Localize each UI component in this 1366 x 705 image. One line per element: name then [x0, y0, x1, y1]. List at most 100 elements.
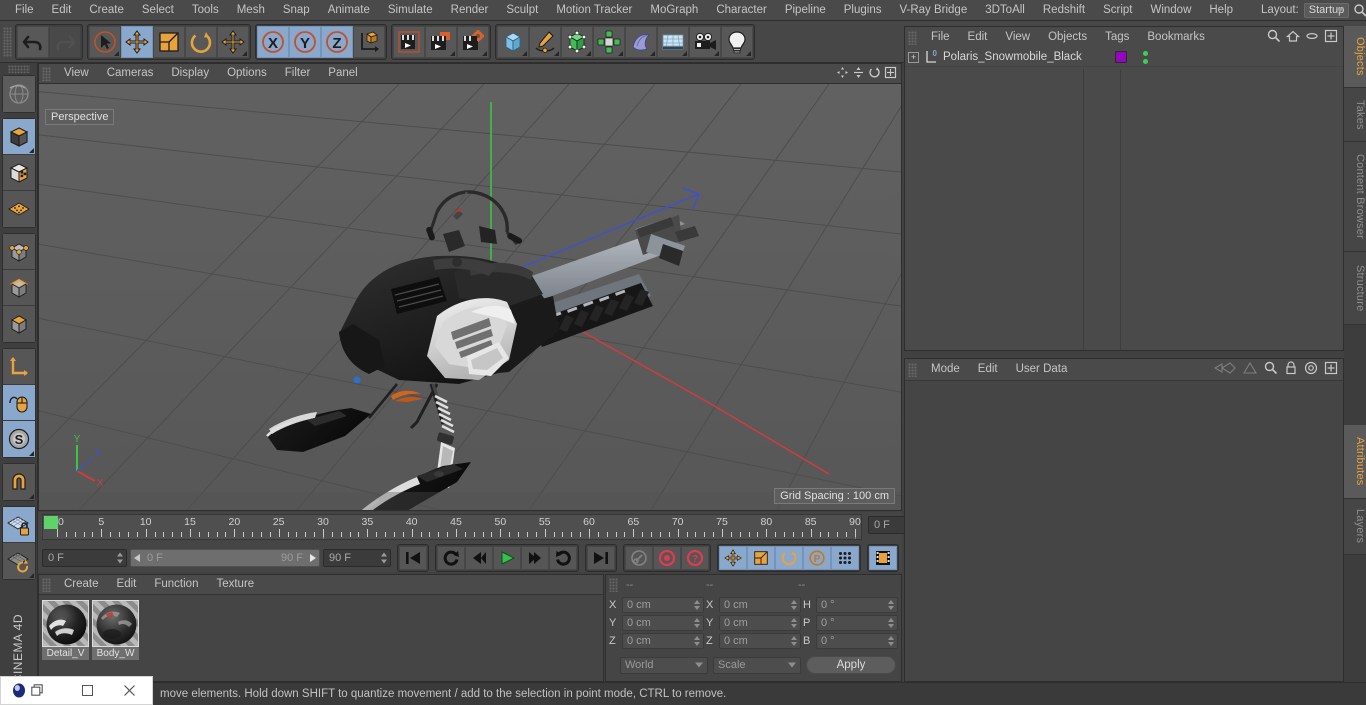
menu-tools[interactable]: Tools	[183, 0, 228, 20]
viewport-solo-button[interactable]	[2, 385, 35, 421]
object-material-tag-wrap[interactable]	[1107, 51, 1135, 63]
material-thumbnail[interactable]	[92, 600, 139, 647]
world-object-coordinate-toggle[interactable]	[353, 25, 385, 58]
minimize-icon[interactable]	[1305, 29, 1319, 46]
editor-visibility-dot[interactable]	[1143, 50, 1148, 56]
edges-mode-button[interactable]	[2, 270, 35, 306]
pan-view-icon[interactable]	[836, 66, 849, 82]
am-menu-mode[interactable]: Mode	[922, 360, 969, 379]
menu-pipeline[interactable]: Pipeline	[776, 0, 835, 20]
preview-range-slider[interactable]: 0 F 90 F	[130, 549, 320, 567]
history-back-icon[interactable]	[1213, 361, 1236, 378]
menu-window[interactable]: Window	[1141, 0, 1200, 20]
tab-objects[interactable]: Objects	[1344, 26, 1366, 88]
restore-window-button[interactable]	[26, 677, 48, 704]
om-menu-tags[interactable]: Tags	[1096, 28, 1138, 47]
material-tag-swatch[interactable]	[1115, 51, 1127, 63]
workplane-rotate-button[interactable]	[2, 543, 35, 579]
menu-simulate[interactable]: Simulate	[379, 0, 442, 20]
history-forward-icon[interactable]	[1242, 361, 1258, 378]
menu-create[interactable]: Create	[80, 0, 133, 20]
menu-3dtoall[interactable]: 3DToAll	[976, 0, 1034, 20]
mat-menu-create[interactable]: Create	[55, 575, 108, 594]
vp-menu-display[interactable]: Display	[162, 64, 218, 83]
range-start-field[interactable]: 0 F	[42, 549, 127, 567]
render-settings-button[interactable]	[457, 25, 489, 58]
live-selection-tool[interactable]	[89, 25, 121, 58]
go-to-start-button[interactable]	[399, 546, 427, 570]
om-menu-file[interactable]: File	[922, 28, 959, 47]
enable-axis-button[interactable]	[2, 349, 35, 385]
material-item[interactable]: Detail_V	[42, 600, 89, 660]
spinner-icon[interactable]	[790, 636, 797, 646]
play-loop-button[interactable]	[549, 546, 577, 570]
size-y-field[interactable]: 0 cm	[719, 615, 801, 631]
range-end-field[interactable]: 90 F	[323, 549, 391, 567]
maximize-viewport-icon[interactable]	[884, 66, 897, 82]
spinner-icon[interactable]	[887, 618, 894, 628]
current-frame-marker[interactable]	[44, 516, 58, 529]
tab-takes[interactable]: Takes	[1344, 88, 1366, 142]
play-button[interactable]	[493, 546, 521, 570]
coordinates-grip-handle[interactable]	[609, 578, 618, 592]
menu-help[interactable]: Help	[1200, 0, 1242, 20]
keyframe-mode-button[interactable]	[869, 546, 897, 570]
toolbar-grip-handle[interactable]	[3, 26, 12, 57]
rotation-b-field[interactable]: 0 °	[816, 633, 898, 649]
om-menu-objects[interactable]: Objects	[1039, 28, 1096, 47]
layout-dropdown[interactable]: Startup	[1303, 2, 1350, 18]
am-menu-edit[interactable]: Edit	[969, 360, 1007, 379]
object-manager-tree[interactable]: + 0 Polaris_Snowmobile_Black	[905, 48, 1343, 350]
mat-menu-edit[interactable]: Edit	[108, 575, 146, 594]
left-toolbar-grip-handle[interactable]	[7, 65, 30, 73]
snap-magnet-button[interactable]	[2, 464, 35, 500]
x-axis-lock[interactable]: X	[257, 25, 289, 58]
enable-snap-button[interactable]: S	[2, 421, 35, 457]
object-tree-row[interactable]: + 0 Polaris_Snowmobile_Black	[905, 48, 1343, 67]
add-primitive-button[interactable]	[497, 25, 529, 58]
maximize-window-button[interactable]	[70, 677, 104, 704]
target-icon[interactable]	[1304, 361, 1318, 378]
am-menu-user-data[interactable]: User Data	[1007, 360, 1077, 379]
vp-menu-cameras[interactable]: Cameras	[98, 64, 163, 83]
rotate-view-icon[interactable]	[868, 66, 881, 82]
y-axis-lock[interactable]: Y	[289, 25, 321, 58]
material-item[interactable]: Body_W	[92, 600, 139, 660]
menu-select[interactable]: Select	[133, 0, 183, 20]
add-deformer-button[interactable]	[593, 25, 625, 58]
points-mode-button[interactable]	[2, 234, 35, 270]
vp-menu-panel[interactable]: Panel	[319, 64, 366, 83]
play-reverse-loop-button[interactable]	[437, 546, 465, 570]
vp-menu-options[interactable]: Options	[218, 64, 276, 83]
menu-animate[interactable]: Animate	[319, 0, 379, 20]
modeling-axis-tool[interactable]	[217, 25, 249, 58]
menu-motion-tracker[interactable]: Motion Tracker	[547, 0, 641, 20]
menu-file[interactable]: File	[6, 0, 43, 20]
record-active-objects-button[interactable]	[653, 546, 681, 570]
spinner-icon[interactable]	[790, 600, 797, 610]
expand-icon[interactable]	[1324, 361, 1338, 378]
menu-mesh[interactable]: Mesh	[228, 0, 274, 20]
menu-vray-bridge[interactable]: V-Ray Bridge	[890, 0, 976, 20]
object-manager-grip-handle[interactable]	[908, 30, 917, 45]
scale-tool[interactable]	[153, 25, 185, 58]
make-editable-button[interactable]	[2, 119, 35, 155]
rotation-h-field[interactable]: 0 °	[816, 597, 898, 613]
autokey-button[interactable]	[625, 546, 653, 570]
range-right-arrow-icon[interactable]	[310, 554, 316, 562]
position-y-field[interactable]: 0 cm	[622, 615, 704, 631]
redo-button[interactable]	[49, 25, 81, 58]
viewport-3d-canvas[interactable]: Perspective Grid Spacing : 100 cm Y X Z	[39, 84, 901, 510]
zoom-view-icon[interactable]	[852, 66, 865, 82]
add-scene-object-button[interactable]	[625, 25, 657, 58]
search-icon[interactable]	[1267, 29, 1281, 46]
parameter-key-toggle[interactable]: P	[803, 546, 831, 570]
render-view-button[interactable]	[393, 25, 425, 58]
undo-view-button[interactable]	[2, 76, 35, 112]
transform-mode-dropdown[interactable]: Scale	[713, 656, 801, 674]
timeline-ruler[interactable]: 0 5 10 15 20 25 30 35 40 45 50 55 60 65 70 75 80 85 90	[42, 514, 862, 540]
menu-plugins[interactable]: Plugins	[835, 0, 891, 20]
spinner-icon[interactable]	[693, 636, 700, 646]
close-window-button[interactable]	[112, 677, 146, 704]
step-forward-button[interactable]	[521, 546, 549, 570]
